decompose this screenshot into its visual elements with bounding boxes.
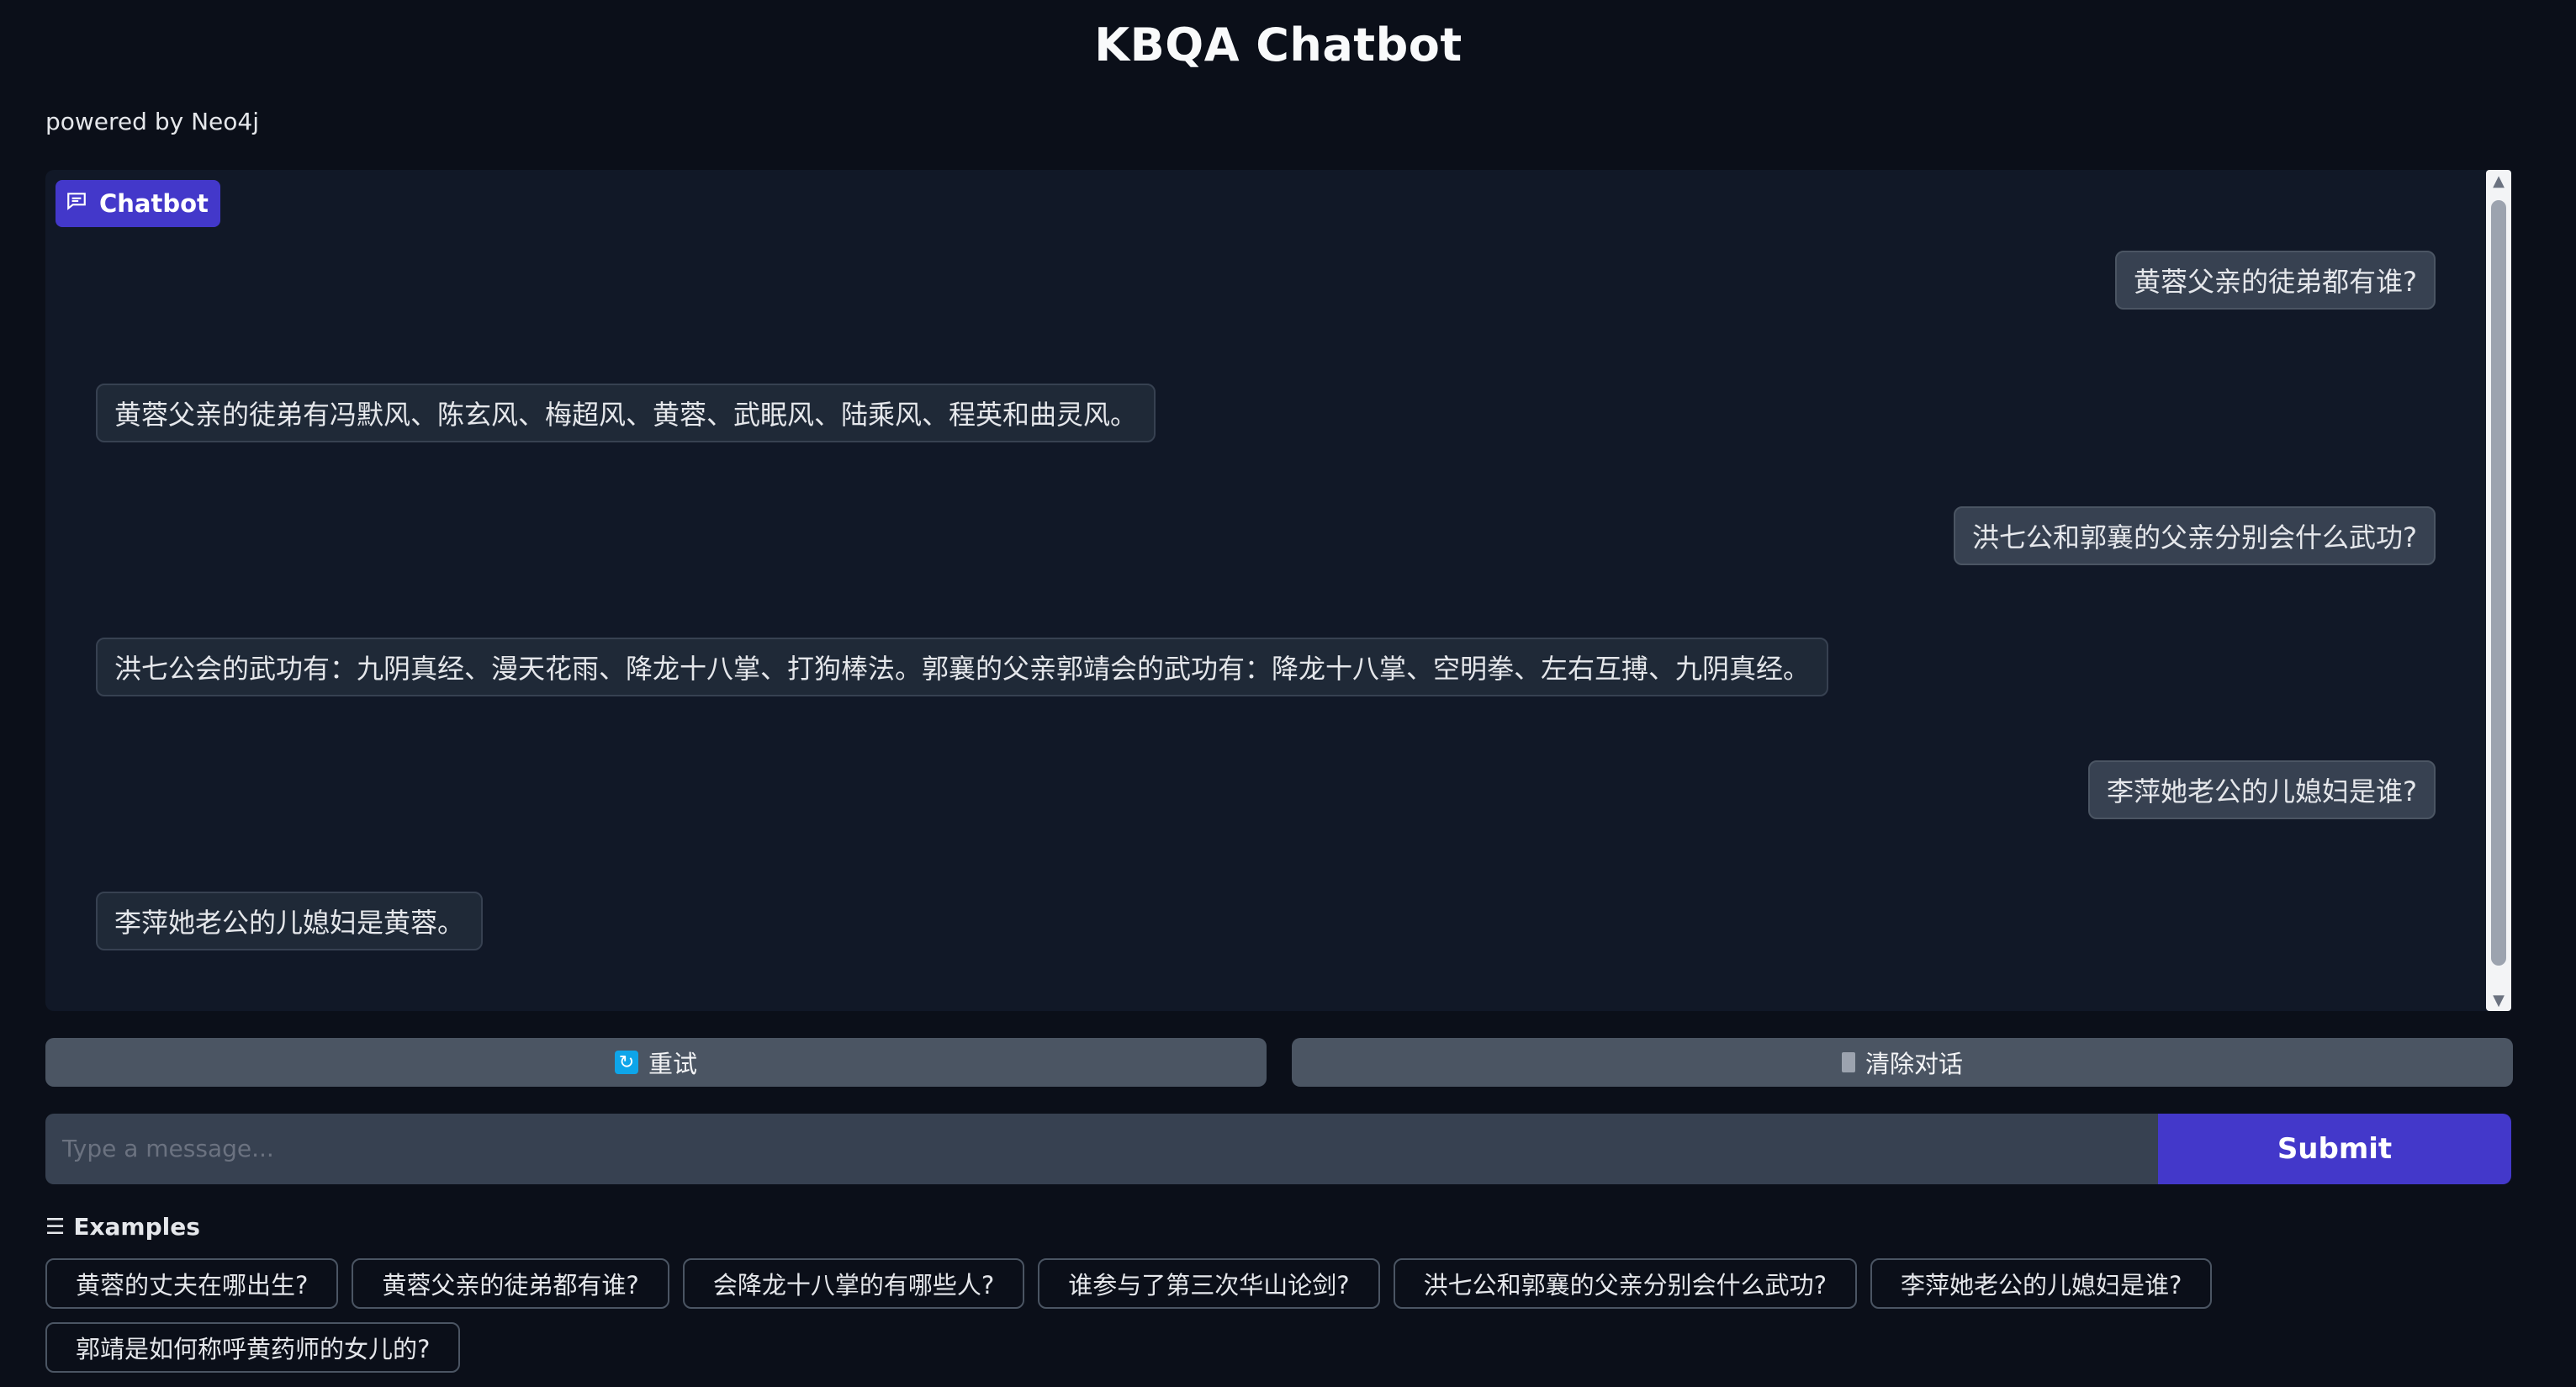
example-chip[interactable]: 会降龙十八掌的有哪些人? — [682, 1258, 1025, 1309]
example-chip[interactable]: 黄蓉父亲的徒弟都有谁? — [352, 1258, 669, 1309]
example-chip[interactable]: 黄蓉的丈夫在哪出生? — [45, 1258, 339, 1309]
clear-chat-button[interactable]: 清除对话 — [1292, 1038, 2513, 1087]
chat-scrollbar[interactable]: ▲ ▼ — [2486, 170, 2511, 1011]
scroll-down-arrow-icon[interactable]: ▼ — [2486, 989, 2511, 1011]
submit-button[interactable]: Submit — [2158, 1114, 2511, 1184]
user-message: 黄蓉父亲的徒弟都有谁? — [2115, 251, 2436, 310]
example-chip[interactable]: 李萍她老公的儿媳妇是谁? — [1870, 1258, 2213, 1309]
page-subtitle: powered by Neo4j — [45, 108, 259, 135]
scroll-up-arrow-icon[interactable]: ▲ — [2486, 170, 2511, 192]
page-title: KBQA Chatbot — [1094, 19, 1463, 71]
bot-message: 黄蓉父亲的徒弟有冯默风、陈玄风、梅超风、黄蓉、武眠风、陆乘风、程英和曲灵风。 — [96, 384, 1156, 442]
example-chip[interactable]: 郭靖是如何称呼黄药师的女儿的? — [45, 1322, 461, 1373]
chatbot-panel[interactable]: Chatbot 黄蓉父亲的徒弟都有谁? 黄蓉父亲的徒弟有冯默风、陈玄风、梅超风、… — [45, 170, 2511, 1011]
retry-icon: ↻ — [614, 1051, 638, 1074]
trash-icon — [1841, 1052, 1855, 1072]
example-chip[interactable]: 谁参与了第三次华山论剑? — [1038, 1258, 1380, 1309]
examples-header: ☰ Examples — [45, 1213, 200, 1241]
chatbot-label: Chatbot — [56, 180, 220, 227]
retry-button-label: 重试 — [648, 1050, 697, 1078]
examples-list: 黄蓉的丈夫在哪出生? 黄蓉父亲的徒弟都有谁? 会降龙十八掌的有哪些人? 谁参与了… — [45, 1258, 2511, 1373]
bot-message: 洪七公会的武功有：九阴真经、漫天花雨、降龙十八掌、打狗棒法。郭襄的父亲郭靖会的武… — [96, 638, 1829, 696]
message-input[interactable] — [45, 1114, 2158, 1184]
user-message: 洪七公和郭襄的父亲分别会什么武功? — [1954, 506, 2436, 565]
list-icon: ☰ — [45, 1214, 66, 1240]
message-input-row: Submit — [45, 1114, 2511, 1184]
retry-button[interactable]: ↻ 重试 — [45, 1038, 1267, 1087]
examples-label: Examples — [73, 1213, 200, 1241]
clear-chat-button-label: 清除对话 — [1865, 1050, 1963, 1078]
bot-message: 李萍她老公的儿媳妇是黄蓉。 — [96, 892, 484, 950]
chat-bubble-icon — [66, 189, 87, 218]
scroll-thumb[interactable] — [2491, 200, 2506, 966]
user-message: 李萍她老公的儿媳妇是谁? — [2088, 760, 2436, 819]
chatbot-label-text: Chatbot — [99, 189, 209, 218]
example-chip[interactable]: 洪七公和郭襄的父亲分别会什么武功? — [1393, 1258, 1858, 1309]
